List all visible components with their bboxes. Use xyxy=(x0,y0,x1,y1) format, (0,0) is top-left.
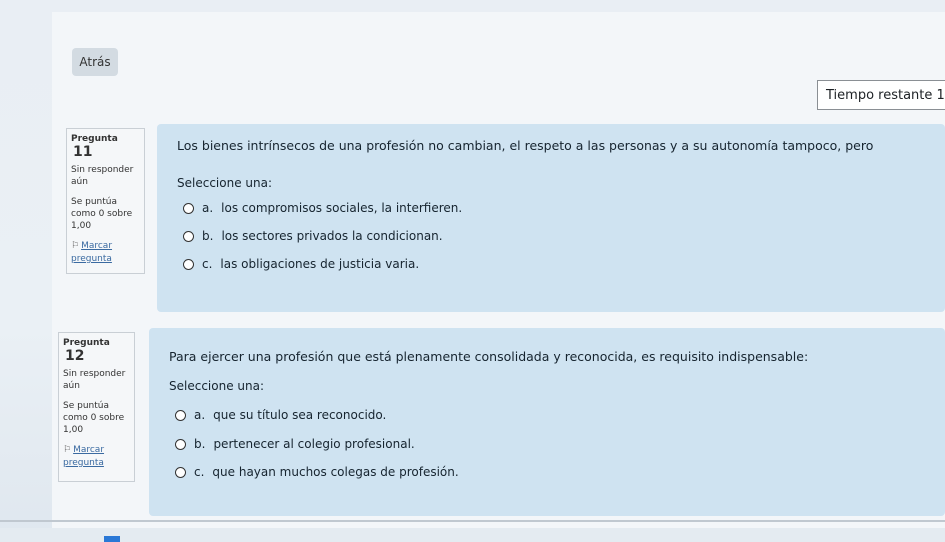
question-text: Los bienes intrínsecos de una profesión … xyxy=(177,138,874,153)
taskbar xyxy=(0,528,945,542)
question-info-11: Pregunta 11 Sin responder aún Se puntúa … xyxy=(66,128,145,274)
flag-question-link[interactable]: ⚐ Marcar pregunta xyxy=(71,240,140,266)
back-button[interactable]: Atrás xyxy=(72,48,118,76)
flag-icon: ⚐ xyxy=(63,445,72,455)
radio-b[interactable] xyxy=(183,230,194,242)
answer-option-a[interactable]: a. que su título sea reconocido. xyxy=(175,408,386,422)
answer-option-b[interactable]: b. los sectores privados la condicionan. xyxy=(183,229,443,243)
time-remaining-box: Tiempo restante 1 xyxy=(817,80,945,110)
question-status: Sin responder aún xyxy=(63,369,126,391)
flag-icon: ⚐ xyxy=(71,241,80,251)
flag-question-link[interactable]: ⚐ Marcar pregunta xyxy=(63,444,130,470)
question-text: Para ejercer una profesión que está plen… xyxy=(169,349,809,364)
question-info-12: Pregunta 12 Sin responder aún Se puntúa … xyxy=(58,332,135,482)
radio-b[interactable] xyxy=(175,438,186,450)
question-content-12: Para ejercer una profesión que está plen… xyxy=(149,328,945,516)
question-number: Pregunta 11 xyxy=(71,134,118,160)
answer-prompt: Seleccione una: xyxy=(177,176,272,190)
radio-a[interactable] xyxy=(183,202,194,214)
question-content-11: Los bienes intrínsecos de una profesión … xyxy=(157,124,945,312)
radio-a[interactable] xyxy=(175,409,186,421)
question-number: Pregunta 12 xyxy=(63,338,110,364)
radio-c[interactable] xyxy=(183,258,194,270)
answer-option-b[interactable]: b. pertenecer al colegio profesional. xyxy=(175,437,415,451)
page-divider xyxy=(0,520,945,522)
windows-start-icon[interactable] xyxy=(104,536,120,542)
answer-option-c[interactable]: c. las obligaciones de justicia varia. xyxy=(183,257,419,271)
answer-prompt: Seleccione una: xyxy=(169,379,264,393)
answer-option-a[interactable]: a. los compromisos sociales, la interfier… xyxy=(183,201,462,215)
question-status: Sin responder aún xyxy=(71,165,134,187)
question-grade: Se puntúa como 0 sobre 1,00 xyxy=(71,197,133,231)
radio-c[interactable] xyxy=(175,466,186,478)
question-grade: Se puntúa como 0 sobre 1,00 xyxy=(63,401,125,435)
answer-option-c[interactable]: c. que hayan muchos colegas de profesión. xyxy=(175,465,459,479)
